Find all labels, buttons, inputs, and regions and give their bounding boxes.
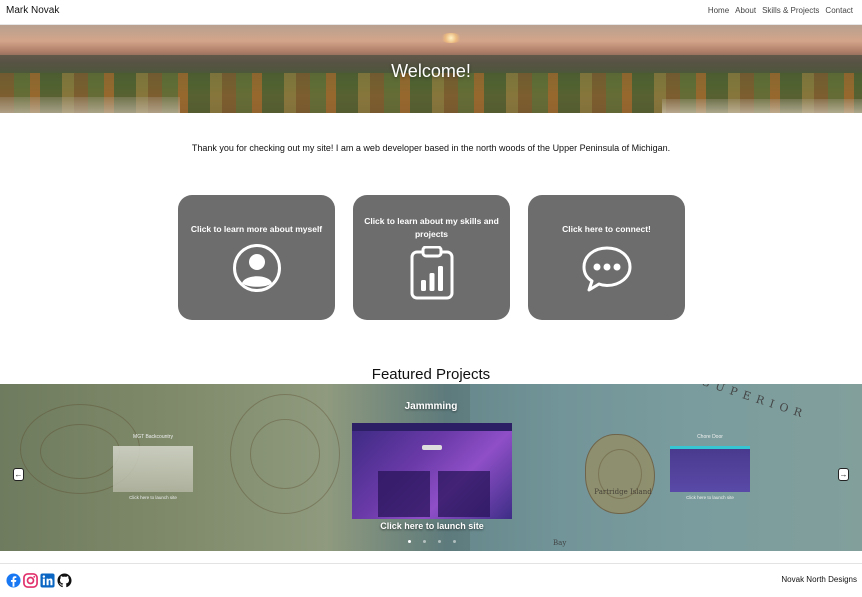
nav-link-skills-projects[interactable]: Skills & Projects bbox=[762, 6, 819, 15]
arrow-left-icon: ← bbox=[14, 470, 23, 479]
about-card[interactable]: Click to learn more about myself bbox=[178, 195, 335, 320]
nav-link-contact[interactable]: Contact bbox=[825, 6, 853, 15]
social-links bbox=[6, 573, 72, 588]
active-slide-preview[interactable] bbox=[352, 423, 512, 519]
preview-search-field bbox=[422, 445, 442, 450]
carousel-next-button[interactable]: → bbox=[838, 468, 849, 481]
connect-card[interactable]: Click here to connect! bbox=[528, 195, 685, 320]
featured-projects-heading: Featured Projects bbox=[371, 366, 491, 383]
github-icon[interactable] bbox=[57, 573, 72, 588]
carousel-dot[interactable] bbox=[453, 540, 456, 543]
carousel-prev-button[interactable]: ← bbox=[13, 468, 24, 481]
map-contour bbox=[40, 424, 120, 479]
navbar: Mark Novak Home About Skills & Projects … bbox=[0, 0, 862, 25]
nav-link-home[interactable]: Home bbox=[708, 6, 729, 15]
active-slide-title: Jammming bbox=[404, 401, 458, 412]
hero-title: Welcome! bbox=[391, 61, 471, 81]
map-label-island: Partridge Island bbox=[594, 488, 652, 496]
footer: Novak North Designs bbox=[0, 563, 862, 597]
side-slide-title: MGT Backcountry bbox=[133, 434, 173, 440]
preview-header bbox=[352, 423, 512, 431]
preview-playlist-panel bbox=[438, 471, 490, 517]
carousel-dot[interactable] bbox=[408, 540, 411, 543]
instagram-icon[interactable] bbox=[23, 573, 38, 588]
side-slide-caption[interactable]: Click here to launch site bbox=[113, 495, 193, 500]
active-slide-caption[interactable]: Click here to launch site bbox=[352, 521, 512, 531]
projects-carousel: SUPERIOR Partridge Island Bay Jammming M… bbox=[0, 384, 862, 551]
map-contour bbox=[250, 419, 320, 489]
preview-results-panel bbox=[378, 471, 430, 517]
linkedin-icon[interactable] bbox=[40, 573, 55, 588]
person-icon bbox=[233, 244, 281, 292]
intro-text: Thank you for checking out my site! I am… bbox=[191, 143, 671, 153]
clipboard-chart-icon bbox=[410, 246, 454, 300]
side-slide-preview[interactable] bbox=[670, 446, 750, 492]
skills-card[interactable]: Click to learn about my skills and proje… bbox=[353, 195, 510, 320]
hero-rock bbox=[0, 97, 180, 113]
chat-bubble-icon bbox=[582, 246, 632, 292]
side-slide-title: Chore Door bbox=[697, 434, 723, 440]
hero-rock bbox=[662, 99, 862, 113]
carousel-dot[interactable] bbox=[423, 540, 426, 543]
nav-link-about[interactable]: About bbox=[735, 6, 756, 15]
connect-card-label: Click here to connect! bbox=[562, 224, 651, 234]
nav-links: Home About Skills & Projects Contact bbox=[702, 6, 853, 15]
carousel-dot[interactable] bbox=[438, 540, 441, 543]
side-slide-preview[interactable] bbox=[113, 446, 193, 492]
side-slide-caption[interactable]: Click here to launch site bbox=[670, 495, 750, 500]
hero-banner: Welcome! bbox=[0, 25, 862, 113]
carousel-indicators bbox=[408, 540, 456, 543]
hero-sun bbox=[440, 33, 462, 43]
map-label-bay: Bay bbox=[553, 539, 567, 547]
skills-card-label: Click to learn about my skills and proje… bbox=[364, 216, 499, 239]
footer-credit: Novak North Designs bbox=[781, 575, 857, 584]
brand-name[interactable]: Mark Novak bbox=[6, 5, 59, 16]
facebook-icon[interactable] bbox=[6, 573, 21, 588]
arrow-right-icon: → bbox=[839, 470, 848, 479]
about-card-label: Click to learn more about myself bbox=[190, 224, 323, 234]
